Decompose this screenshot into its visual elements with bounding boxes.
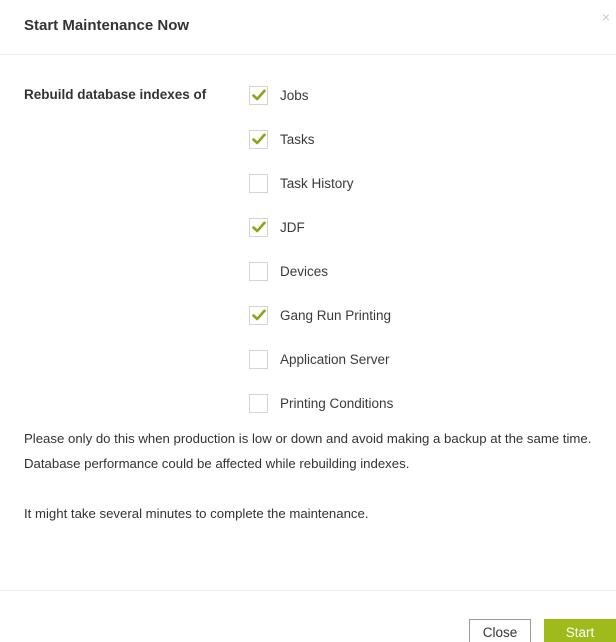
checkbox-printing-conditions[interactable]: Printing Conditions (249, 392, 393, 414)
warning-text: Please only do this when production is l… (24, 431, 592, 446)
checkbox-box[interactable] (249, 217, 268, 237)
rebuild-indexes-label: Rebuild database indexes of (24, 87, 207, 102)
checkbox-label: Jobs (280, 87, 309, 103)
checkbox-jobs[interactable]: Jobs (249, 84, 309, 106)
dialog-title: Start Maintenance Now (24, 17, 190, 34)
start-button[interactable]: Start (544, 619, 616, 642)
checkbox-box[interactable] (249, 85, 268, 105)
checkbox-box[interactable] (249, 393, 268, 413)
checkmark-icon (251, 309, 266, 321)
checkbox-box[interactable] (249, 305, 268, 325)
duration-text: It might take several minutes to complet… (24, 506, 369, 521)
close-button[interactable]: Close (469, 619, 531, 642)
checkbox-label: Application Server (280, 351, 390, 367)
checkbox-devices[interactable]: Devices (249, 260, 328, 282)
checkbox-box[interactable] (249, 129, 268, 149)
checkmark-icon (251, 221, 266, 233)
checkbox-label: Printing Conditions (280, 395, 394, 411)
checkbox-tasks[interactable]: Tasks (249, 128, 315, 150)
footer-divider (0, 590, 616, 591)
checkmark-icon (251, 133, 266, 145)
maintenance-dialog: Start Maintenance Now × Rebuild database… (0, 0, 616, 642)
checkmark-icon (251, 89, 266, 101)
checkbox-label: JDF (280, 219, 305, 235)
checkbox-box[interactable] (249, 349, 268, 369)
dialog-header: Start Maintenance Now × (0, 0, 616, 55)
performance-text: Database performance could be affected w… (24, 456, 410, 471)
checkbox-label: Devices (280, 263, 329, 279)
checkbox-label: Task History (280, 175, 354, 191)
checkbox-task-history[interactable]: Task History (249, 172, 354, 194)
checkbox-box[interactable] (249, 261, 268, 281)
checkbox-jdf[interactable]: JDF (249, 216, 305, 238)
maintenance-notes: Please only do this when production is l… (24, 426, 610, 526)
checkbox-application-server[interactable]: Application Server (249, 348, 390, 370)
checkbox-box[interactable] (249, 173, 268, 193)
checkbox-label: Gang Run Printing (280, 307, 392, 323)
checkbox-label: Tasks (280, 131, 315, 147)
checkbox-gang-run-printing[interactable]: Gang Run Printing (249, 304, 391, 326)
close-icon[interactable]: × (602, 10, 610, 24)
